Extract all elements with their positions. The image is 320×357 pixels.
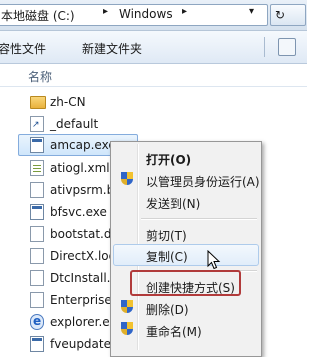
file-name: zh-CN [50, 95, 86, 109]
menu-item-run-as-admin[interactable]: 以管理员身份运行(A) [113, 169, 260, 191]
file-name: bfsvc.exe [50, 205, 107, 219]
new-folder-button[interactable]: 新建文件夹 [82, 40, 142, 57]
exe-icon [30, 204, 44, 220]
file-icon [30, 248, 44, 264]
refresh-button[interactable]: ↻ [270, 4, 306, 26]
list-item[interactable]: _default [0, 113, 140, 135]
breadcrumb-windows[interactable]: Windows [119, 7, 173, 21]
column-header: 名称 [0, 64, 307, 87]
uac-shield-icon [121, 300, 133, 314]
menu-item-open[interactable]: 打开(O) [113, 147, 259, 169]
menu-separator [141, 218, 257, 220]
breadcrumb-drive[interactable]: 本地磁盘 (C:) [1, 7, 75, 24]
chevron-right-icon[interactable]: ▸ [182, 6, 187, 17]
exe-icon [30, 137, 44, 153]
menu-item-label: 重命名(M) [146, 325, 202, 339]
breadcrumb[interactable]: 本地磁盘 (C:) ▸ Windows ▸ ▾ [0, 4, 268, 26]
address-bar: 本地磁盘 (C:) ▸ Windows ▸ ▾ ↻ [0, 0, 307, 31]
file-icon [30, 292, 44, 308]
toolbar-divider [264, 37, 265, 57]
menu-item-label: 打开(O) [146, 153, 192, 167]
ie-icon [30, 314, 44, 330]
menu-item-cut[interactable]: 剪切(T) [113, 223, 259, 245]
file-icon [30, 182, 44, 198]
context-menu: 打开(O) 以管理员身份运行(A) 发送到(N) 剪切(T) 复制(C) 创建快… [110, 141, 262, 357]
list-item[interactable]: zh-CN [0, 91, 140, 113]
file-name: explorer.ex [50, 315, 117, 329]
file-icon [30, 226, 44, 242]
menu-item-label: 剪切(T) [146, 229, 187, 243]
folder-icon [30, 96, 46, 109]
file-name: ativpsrm.b [50, 183, 115, 197]
chevron-right-icon[interactable]: ▸ [103, 6, 108, 17]
exe-icon [30, 336, 44, 352]
chevron-down-icon[interactable]: ▾ [249, 6, 254, 17]
annotation-highlight-box [130, 270, 241, 296]
menu-item-send-to[interactable]: 发送到(N) [113, 191, 259, 213]
view-options-icon[interactable] [278, 38, 296, 56]
file-name: DirectX.log [50, 249, 117, 263]
menu-item-label: 删除(D) [146, 303, 189, 317]
menu-item-label: 以管理员身份运行(A) [146, 175, 260, 189]
file-icon [30, 270, 44, 286]
menu-item-label: 复制(C) [146, 250, 188, 264]
command-toolbar: 容性文件 新建文件夹 [0, 31, 307, 64]
uac-shield-icon [121, 322, 133, 336]
mouse-cursor-icon [207, 250, 221, 270]
refresh-icon: ↻ [275, 8, 286, 22]
shortcut-icon [30, 116, 44, 132]
xml-file-icon [30, 160, 44, 176]
share-button[interactable]: 容性文件 [0, 40, 46, 57]
file-name: _default [50, 117, 99, 131]
file-name: atiogl.xml [50, 161, 110, 175]
menu-item-copy[interactable]: 复制(C) [113, 244, 259, 266]
menu-item-label: 发送到(N) [146, 197, 201, 211]
menu-item-delete[interactable]: 删除(D) [113, 297, 259, 319]
menu-item-rename[interactable]: 重命名(M) [113, 319, 259, 341]
column-name-header[interactable]: 名称 [28, 68, 52, 85]
uac-shield-icon [121, 172, 133, 186]
file-name: bootstat.d [50, 227, 112, 241]
file-name: amcap.exe [50, 138, 116, 152]
